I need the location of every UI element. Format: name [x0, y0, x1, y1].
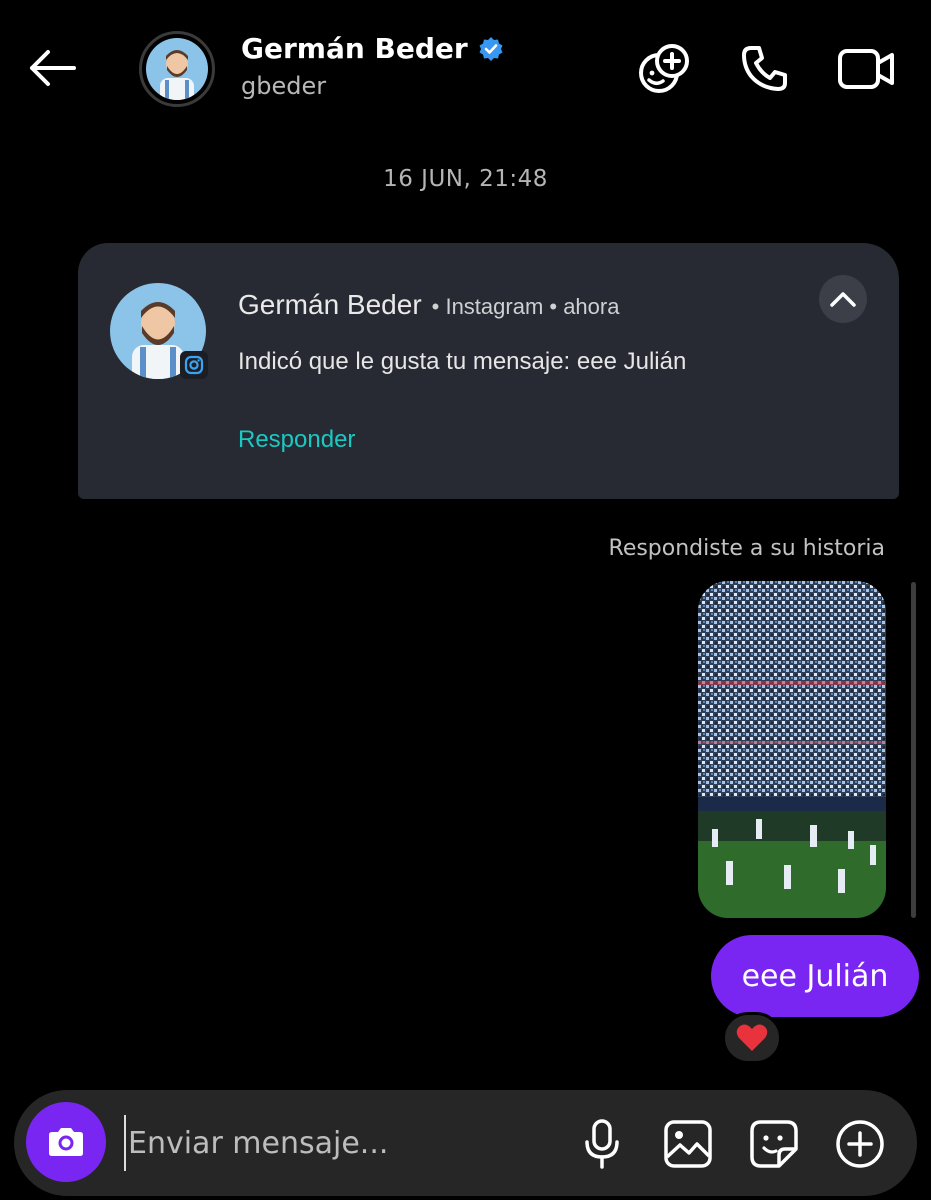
contact-username: gbeder: [241, 72, 327, 100]
sticker-button[interactable]: [744, 1114, 804, 1174]
heart-icon: [736, 1024, 768, 1051]
voice-message-button[interactable]: [572, 1114, 632, 1174]
header-avatar[interactable]: [139, 31, 215, 107]
sent-message-bubble[interactable]: eee Julián: [711, 935, 919, 1017]
camera-button[interactable]: [26, 1102, 106, 1182]
scrollbar[interactable]: [911, 582, 916, 918]
message-input[interactable]: [124, 1115, 548, 1171]
gallery-button[interactable]: [658, 1114, 718, 1174]
back-arrow-icon: [30, 50, 76, 86]
effects-button[interactable]: [634, 40, 694, 98]
add-effects-icon: [639, 44, 689, 93]
more-options-button[interactable]: [830, 1114, 890, 1174]
contact-name-text: Germán Beder: [241, 32, 468, 65]
camera-icon: [49, 1128, 83, 1156]
collapse-notification-button[interactable]: [819, 275, 867, 323]
story-thumbnail[interactable]: [698, 581, 886, 918]
chevron-up-icon: [830, 292, 856, 307]
story-reply-label: Respondiste a su historia: [608, 536, 885, 561]
call-button[interactable]: [734, 40, 794, 98]
notification-meta: • Instagram • ahora: [431, 294, 620, 319]
video-call-button[interactable]: [836, 40, 896, 98]
instagram-icon: [180, 351, 208, 379]
message-reaction[interactable]: [722, 1012, 782, 1064]
notification-sender: Germán Beder: [238, 289, 422, 320]
sticker-icon: [750, 1120, 798, 1168]
gallery-icon: [664, 1120, 712, 1168]
avatar: [146, 38, 208, 100]
microphone-icon: [585, 1119, 619, 1169]
reply-button[interactable]: Responder: [238, 426, 355, 454]
plus-icon: [836, 1120, 884, 1168]
date-separator: 16 JUN, 21:48: [383, 166, 548, 192]
back-button[interactable]: [22, 40, 82, 96]
notification-header: Germán Beder • Instagram • ahora: [238, 289, 619, 321]
verified-badge-icon: [479, 36, 503, 61]
notification-body: Indicó que le gusta tu mensaje: eee Juli…: [238, 348, 687, 375]
phone-icon: [742, 46, 787, 91]
contact-name[interactable]: Germán Beder: [241, 32, 504, 65]
video-icon: [838, 49, 894, 89]
